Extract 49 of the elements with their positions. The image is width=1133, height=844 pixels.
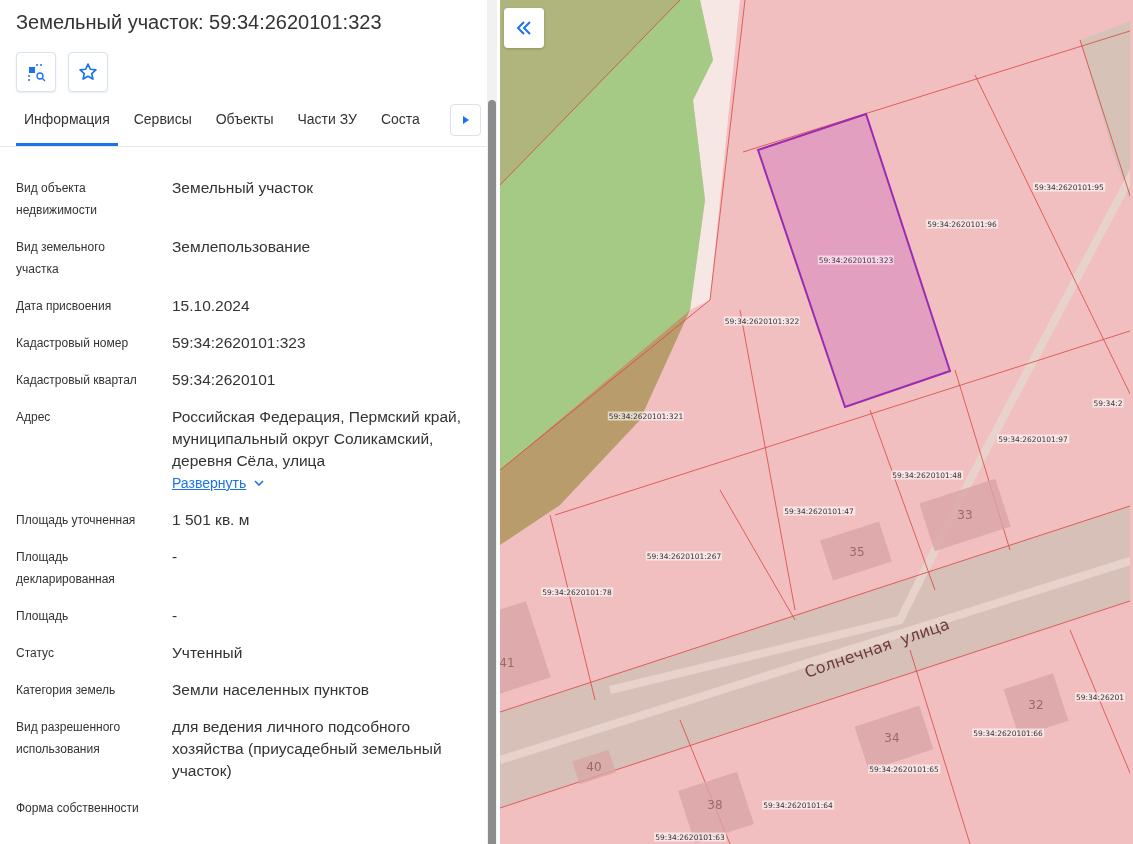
collapse-panel-button[interactable] (504, 8, 544, 48)
field-label: Адрес (16, 409, 52, 426)
field-label: Категория земель (16, 682, 117, 699)
field-label: Кадастровый квартал (16, 372, 138, 389)
field-value: - (172, 547, 179, 567)
field-label: Площадь уточненная (16, 512, 137, 529)
field-label: Дата присвоения (16, 298, 113, 315)
house-number: 34 (884, 731, 900, 745)
scrollbar[interactable] (487, 0, 497, 844)
tab[interactable]: Соста (372, 104, 428, 146)
field-value: Учтенный (172, 643, 244, 663)
field-value: - (172, 606, 179, 626)
field-label: Кадастровый номер (16, 335, 130, 352)
field-label: Форма собственности (16, 800, 140, 817)
field-label: Площадь декларированная (16, 549, 116, 588)
house-number: 35 (849, 545, 865, 559)
field-label: Площадь (16, 608, 70, 625)
house-number: 33 (957, 508, 973, 522)
field-value: Земельный участок (172, 178, 315, 198)
house-number: 38 (707, 798, 723, 812)
tab[interactable]: Объекты (207, 104, 282, 146)
field-value: 59:34:2620101:323 (172, 333, 307, 353)
triangle-right-icon (462, 116, 469, 124)
field-value: для ведения личного подсобного хозяйства (приусадебный земельный участок) (172, 717, 443, 781)
select-search-icon (25, 61, 47, 83)
house-number: 32 (1028, 698, 1044, 712)
select-search-icon-button[interactable] (16, 52, 56, 92)
expand-link[interactable]: Развернуть (172, 472, 265, 494)
star-icon (78, 62, 98, 82)
tab[interactable]: Информация (16, 104, 118, 146)
field-label: Статус (16, 645, 55, 662)
field-value: 1 501 кв. м (172, 510, 251, 530)
favorite-star-button[interactable] (68, 52, 108, 92)
field-value: Российская Федерация, Пермский край, муниципальный округ Соликамский, деревня Сёла, улица (172, 407, 462, 471)
double-chevron-left-icon (516, 21, 532, 35)
field-label: Вид разрешенного использования (16, 719, 122, 758)
field-value: 15.10.2024 (172, 296, 251, 316)
scroll-right-button[interactable] (450, 104, 481, 136)
house-number: 40 (586, 760, 602, 774)
field-label: Вид земельного участка (16, 239, 106, 278)
chevron-down-icon (254, 480, 265, 486)
tab[interactable]: Сервисы (125, 104, 200, 146)
panel-title: Земельный участок: 59:34:2620101:323 (16, 10, 383, 35)
house-number: 41 (500, 656, 515, 670)
field-value: Землепользование (172, 237, 312, 257)
field-label: Вид объекта недвижимости (16, 180, 98, 219)
tab[interactable]: Части ЗУ (289, 104, 365, 146)
field-value: Земли населенных пунктов (172, 680, 371, 700)
field-value: 59:34:2620101 (172, 370, 277, 390)
